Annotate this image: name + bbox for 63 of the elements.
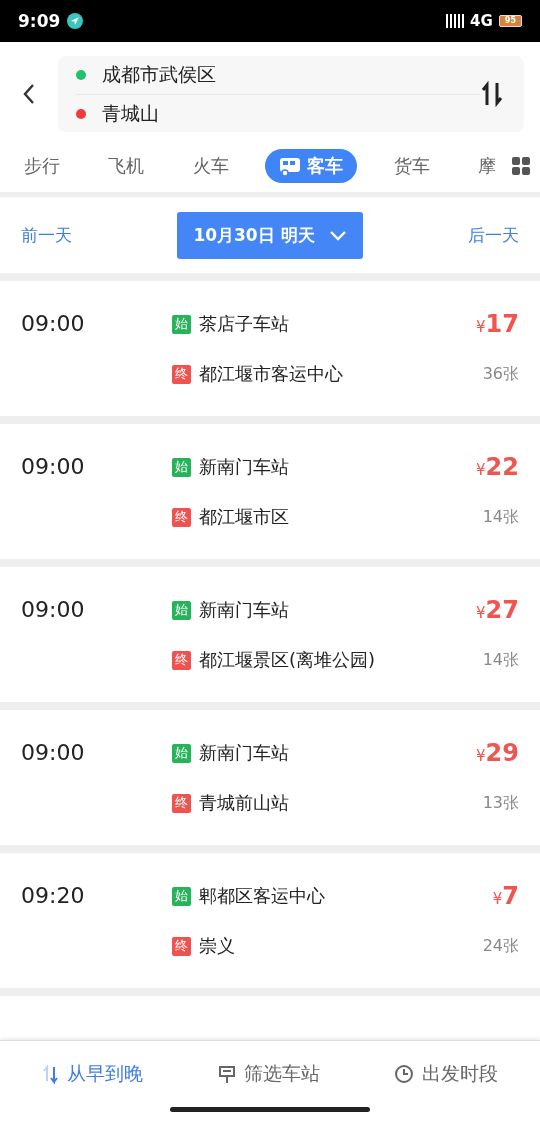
signal-icon: [446, 12, 465, 30]
ticket-price: ¥17: [476, 310, 519, 338]
tickets-left: 36张: [482, 363, 519, 385]
tickets-left: 13张: [482, 792, 519, 814]
start-tag: 始: [172, 600, 191, 620]
network-label: 4G: [470, 12, 493, 30]
station-name: 茶店子车站: [199, 312, 290, 336]
station-name: 都江堰景区(离堆公园): [199, 648, 377, 672]
mode-tab[interactable]: 摩: [465, 149, 508, 183]
departure-time: 09:20: [21, 882, 86, 910]
destination-dot: [76, 108, 86, 119]
next-day-link[interactable]: 后一天: [468, 223, 519, 247]
departure-time: 09:00: [21, 453, 86, 481]
sort-icon: [42, 1064, 59, 1084]
grid-icon[interactable]: [512, 157, 530, 175]
bus-icon: [279, 155, 302, 177]
station-name: 新南门车站: [199, 741, 290, 765]
station-name: 新南门车站: [199, 455, 290, 479]
end-tag: 终: [172, 650, 191, 670]
origin-dot: [76, 69, 86, 80]
station-name: 崇义: [199, 934, 236, 958]
start-tag: 始: [172, 457, 191, 477]
battery-icon: 95: [498, 15, 522, 27]
station-name: 都江堰市客运中心: [199, 362, 344, 386]
signboard-icon: [217, 1064, 236, 1084]
swap-icon[interactable]: [480, 81, 504, 107]
date-dropdown[interactable]: 10月30日 明天: [177, 211, 363, 259]
ticket-price: ¥7: [492, 882, 519, 910]
start-tag: 始: [172, 886, 191, 906]
ticket-price: ¥27: [476, 596, 519, 624]
start-tag: 始: [172, 743, 191, 763]
mode-tab[interactable]: 步行: [12, 149, 72, 183]
tickets-left: 24张: [482, 935, 519, 957]
end-tag: 终: [172, 364, 191, 384]
previous-day-link[interactable]: 前一天: [21, 223, 72, 247]
chevron-down-icon: [328, 228, 347, 242]
mode-tab[interactable]: 飞机: [96, 149, 157, 183]
bottom-bar-item[interactable]: 出发时段: [388, 1060, 504, 1088]
ticket-price: ¥22: [476, 453, 519, 481]
clock-time: 9:09: [18, 11, 61, 31]
station-name: 郫都区客运中心: [199, 884, 326, 908]
departure-time: 09:00: [21, 596, 86, 624]
tickets-left: 14张: [482, 506, 519, 528]
end-tag: 终: [172, 507, 191, 527]
bottom-bar-item[interactable]: 筛选车站: [211, 1060, 326, 1088]
tickets-left: 14张: [482, 649, 519, 671]
origin-field[interactable]: 成都市武侯区: [102, 61, 216, 88]
departure-time: 09:00: [21, 310, 86, 338]
ticket-price: ¥29: [476, 739, 519, 767]
departure-time: 09:00: [21, 739, 86, 767]
mode-tab[interactable]: 火车: [180, 149, 241, 183]
mode-tab[interactable]: 客车: [265, 149, 358, 183]
destination-field[interactable]: 青城山: [102, 100, 159, 127]
location-icon: [66, 12, 85, 30]
station-name: 青城前山站: [199, 791, 290, 815]
clock-icon: [394, 1064, 414, 1084]
station-name: 都江堰市区: [199, 505, 290, 529]
end-tag: 终: [172, 936, 191, 956]
start-tag: 始: [172, 314, 191, 334]
mode-tab[interactable]: 货车: [381, 149, 442, 183]
station-name: 新南门车站: [199, 598, 290, 622]
end-tag: 终: [172, 793, 191, 813]
bottom-bar-item[interactable]: 从早到晚: [36, 1060, 149, 1088]
